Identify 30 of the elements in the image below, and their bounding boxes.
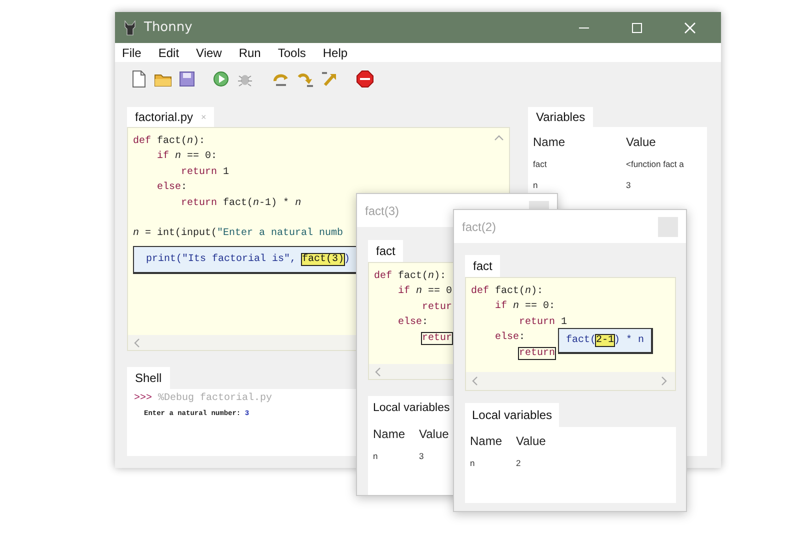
column-header: Name — [373, 427, 406, 441]
code-line: return 1 — [181, 166, 230, 180]
table-cell: 2 — [516, 458, 521, 468]
code-line: retur — [422, 332, 452, 346]
column-header: Name — [533, 135, 566, 149]
code-line: return — [519, 346, 556, 361]
table-cell: n — [470, 458, 475, 468]
code-line: return fact(n-1) * n — [181, 196, 302, 211]
code-line: retur — [422, 300, 452, 315]
window-title: Thonny — [144, 20, 194, 35]
column-header: Name — [470, 434, 502, 448]
code-line: if n == 0 — [398, 284, 452, 300]
shell-line: >>> %Debug factorial.py — [134, 393, 272, 404]
code-line: else: — [157, 180, 188, 196]
frame-title: fact(3) — [365, 204, 400, 218]
table-cell: <function fact a — [626, 158, 684, 168]
code-line: def fact(n): — [133, 134, 206, 149]
table-cell: n — [533, 180, 538, 190]
frame-title: fact(2) — [462, 220, 496, 234]
code-line: n = int(input("Enter a natural numb — [133, 226, 344, 242]
column-header: Value — [419, 427, 449, 441]
code-line: else: — [398, 316, 428, 330]
table-cell: fact — [533, 158, 547, 168]
expression-tooltip: fact(2-1) * n — [558, 328, 654, 354]
table-cell: 3 — [626, 180, 631, 190]
code-line: return 1 — [519, 316, 568, 330]
column-header: Value — [626, 135, 656, 149]
code-line: def fact(n): — [374, 270, 446, 284]
code-line: if n == 0: — [157, 150, 218, 164]
column-header: Value — [516, 434, 546, 448]
